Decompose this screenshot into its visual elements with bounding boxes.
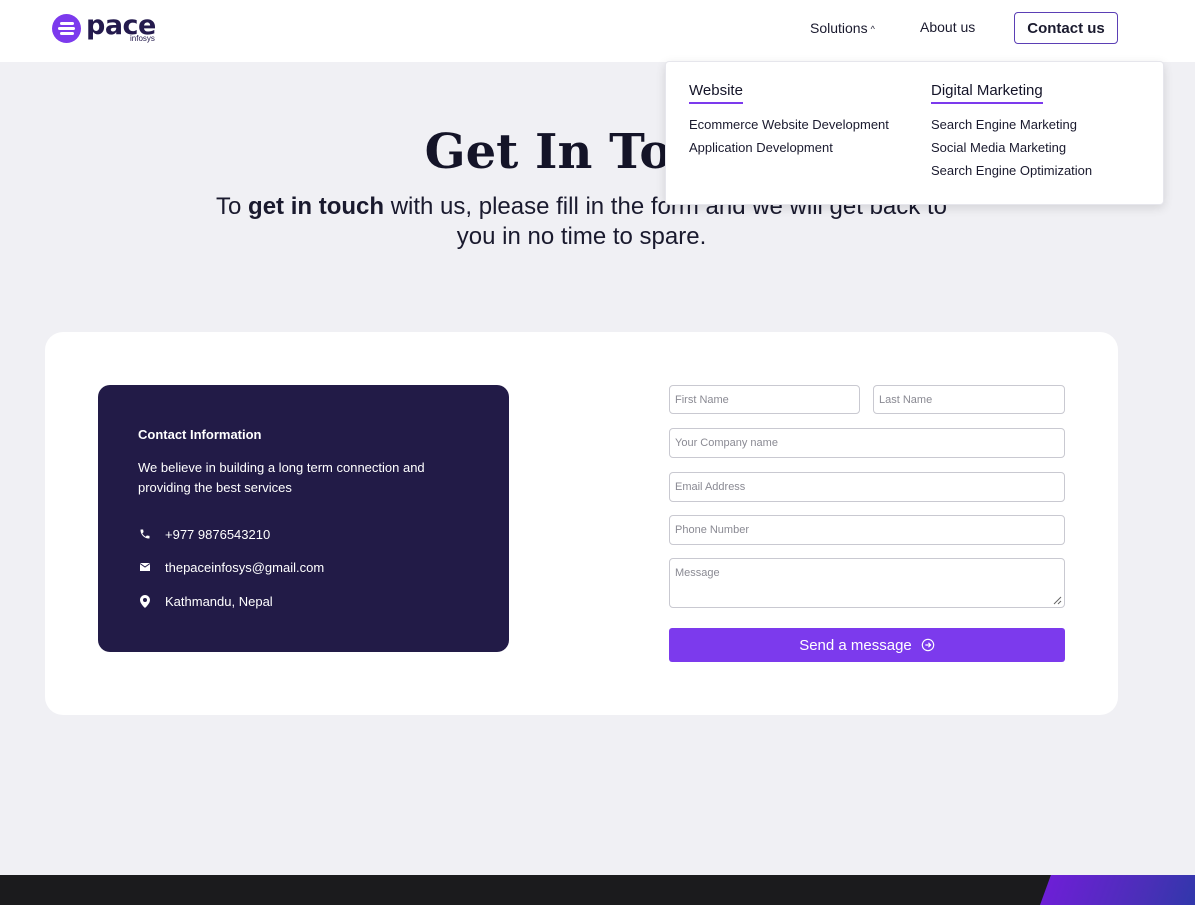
contact-info-title: Contact Information xyxy=(138,427,262,442)
site-header: pace infosys Solutions ^ About us Contact… xyxy=(0,0,1195,62)
logo[interactable]: pace infosys xyxy=(52,10,162,46)
subtitle-emphasis: get in touch xyxy=(248,193,385,220)
dropdown-item-seo[interactable]: Search Engine Optimization xyxy=(931,159,1092,182)
contact-location: Kathmandu, Nepal xyxy=(165,593,273,609)
dropdown-heading-website[interactable]: Website xyxy=(689,82,743,104)
chevron-up-icon: ^ xyxy=(870,24,875,34)
logo-mark-icon xyxy=(52,14,81,43)
location-pin-icon xyxy=(138,594,151,608)
contact-email[interactable]: thepaceinfosys@gmail.com xyxy=(165,560,324,575)
nav-solutions-label: Solutions xyxy=(810,20,868,36)
site-footer xyxy=(0,875,1195,905)
dropdown-item-ecommerce[interactable]: Ecommerce Website Development xyxy=(689,113,889,136)
dropdown-column-digital-marketing: Digital Marketing Search Engine Marketin… xyxy=(931,82,1092,182)
arrow-right-circle-icon xyxy=(921,638,935,652)
contact-us-button[interactable]: Contact us xyxy=(1014,12,1118,44)
contact-info-panel: Contact Information We believe in buildi… xyxy=(98,385,509,652)
last-name-field[interactable] xyxy=(873,385,1065,414)
dropdown-item-smm[interactable]: Social Media Marketing xyxy=(931,136,1092,159)
contact-info-description: We believe in building a long term conne… xyxy=(138,460,425,495)
dropdown-column-website: Website Ecommerce Website Development Ap… xyxy=(689,82,889,159)
contact-location-row: Kathmandu, Nepal xyxy=(138,592,273,610)
nav-solutions[interactable]: Solutions ^ xyxy=(810,20,875,36)
mail-icon xyxy=(138,561,151,574)
email-field[interactable] xyxy=(669,472,1065,502)
send-message-label: Send a message xyxy=(799,636,912,654)
dropdown-item-sem[interactable]: Search Engine Marketing xyxy=(931,113,1092,136)
resize-grip-icon[interactable] xyxy=(1052,595,1062,605)
nav-about[interactable]: About us xyxy=(920,19,975,35)
send-message-button[interactable]: Send a message xyxy=(669,628,1065,662)
company-name-field[interactable] xyxy=(669,428,1065,458)
footer-accent-shape xyxy=(1040,875,1195,905)
contact-email-row: thepaceinfosys@gmail.com xyxy=(138,558,324,576)
contact-phone-row: +977 9876543210 xyxy=(138,525,270,543)
logo-subtext: infosys xyxy=(130,34,155,43)
message-field[interactable] xyxy=(669,558,1065,608)
first-name-field[interactable] xyxy=(669,385,860,414)
dropdown-item-app-dev[interactable]: Application Development xyxy=(689,136,889,159)
contact-phone: +977 9876543210 xyxy=(165,526,271,542)
solutions-dropdown: Website Ecommerce Website Development Ap… xyxy=(665,61,1164,205)
phone-field[interactable] xyxy=(669,515,1065,545)
dropdown-heading-digital-marketing[interactable]: Digital Marketing xyxy=(931,82,1043,104)
phone-icon xyxy=(138,528,151,541)
